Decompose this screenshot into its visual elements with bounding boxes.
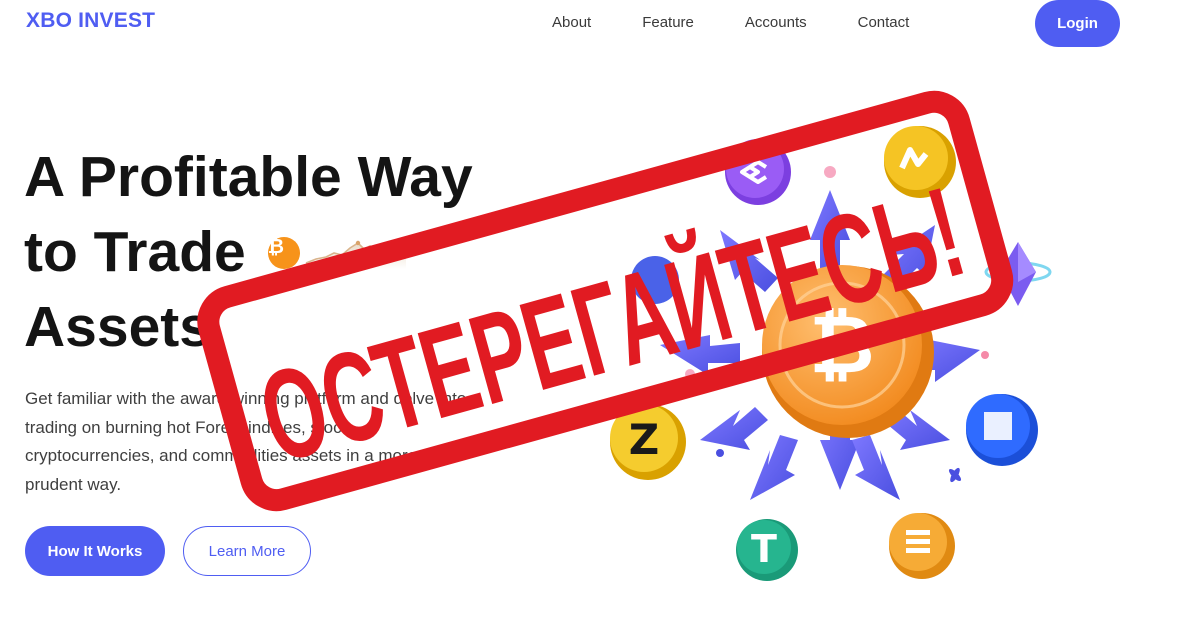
polygon-coin-icon (725, 139, 791, 205)
hero-title-line-2: to Trade ₿ (24, 215, 584, 290)
main-nav: About Feature Accounts Contact (552, 14, 960, 31)
hero-title: A Profitable Way to Trade ₿ Assets (24, 140, 584, 365)
zcash-coin-icon: Z (610, 404, 686, 480)
bitcoin-coin-icon: ₿ (762, 265, 934, 438)
nav-link-accounts[interactable]: Accounts (745, 14, 807, 31)
nav-link-contact[interactable]: Contact (858, 14, 910, 31)
brand-logo[interactable]: XBO INVEST (26, 9, 155, 33)
ethereum-icon (984, 242, 1052, 306)
hero-title-line-2-text: to Trade (24, 220, 246, 284)
nav-link-about[interactable]: About (552, 14, 591, 31)
decor-dot (716, 449, 724, 457)
hero-title-line-3: Assets (24, 295, 211, 359)
hero-title-line-1: A Profitable Way (24, 145, 473, 209)
mini-price-chart-icon (305, 240, 407, 269)
nav-link-feature[interactable]: Feature (642, 14, 694, 31)
bitcoin-icon: ₿ (267, 236, 300, 269)
sparkle-icon (948, 467, 962, 483)
dogecoin-coin-icon (884, 126, 956, 198)
decor-dot (824, 166, 836, 178)
svg-text:T: T (751, 527, 777, 571)
hero-description: Get familiar with the award-winning plat… (25, 389, 467, 494)
how-it-works-button[interactable]: How It Works (25, 526, 165, 576)
bitcoin-symbol: ₿ (809, 298, 874, 391)
svg-text:Z: Z (629, 415, 659, 464)
learn-more-button[interactable]: Learn More (183, 526, 311, 576)
binance-coin-icon (966, 394, 1038, 466)
decor-dot (981, 351, 989, 359)
crypto-illustration: ₿ Z T (610, 126, 1052, 581)
generic-orange-coin-icon (889, 513, 955, 579)
blue-coin-icon (631, 256, 679, 304)
tether-coin-icon: T (736, 519, 798, 581)
decor-dot (685, 369, 695, 379)
login-button[interactable]: Login (1035, 0, 1120, 47)
